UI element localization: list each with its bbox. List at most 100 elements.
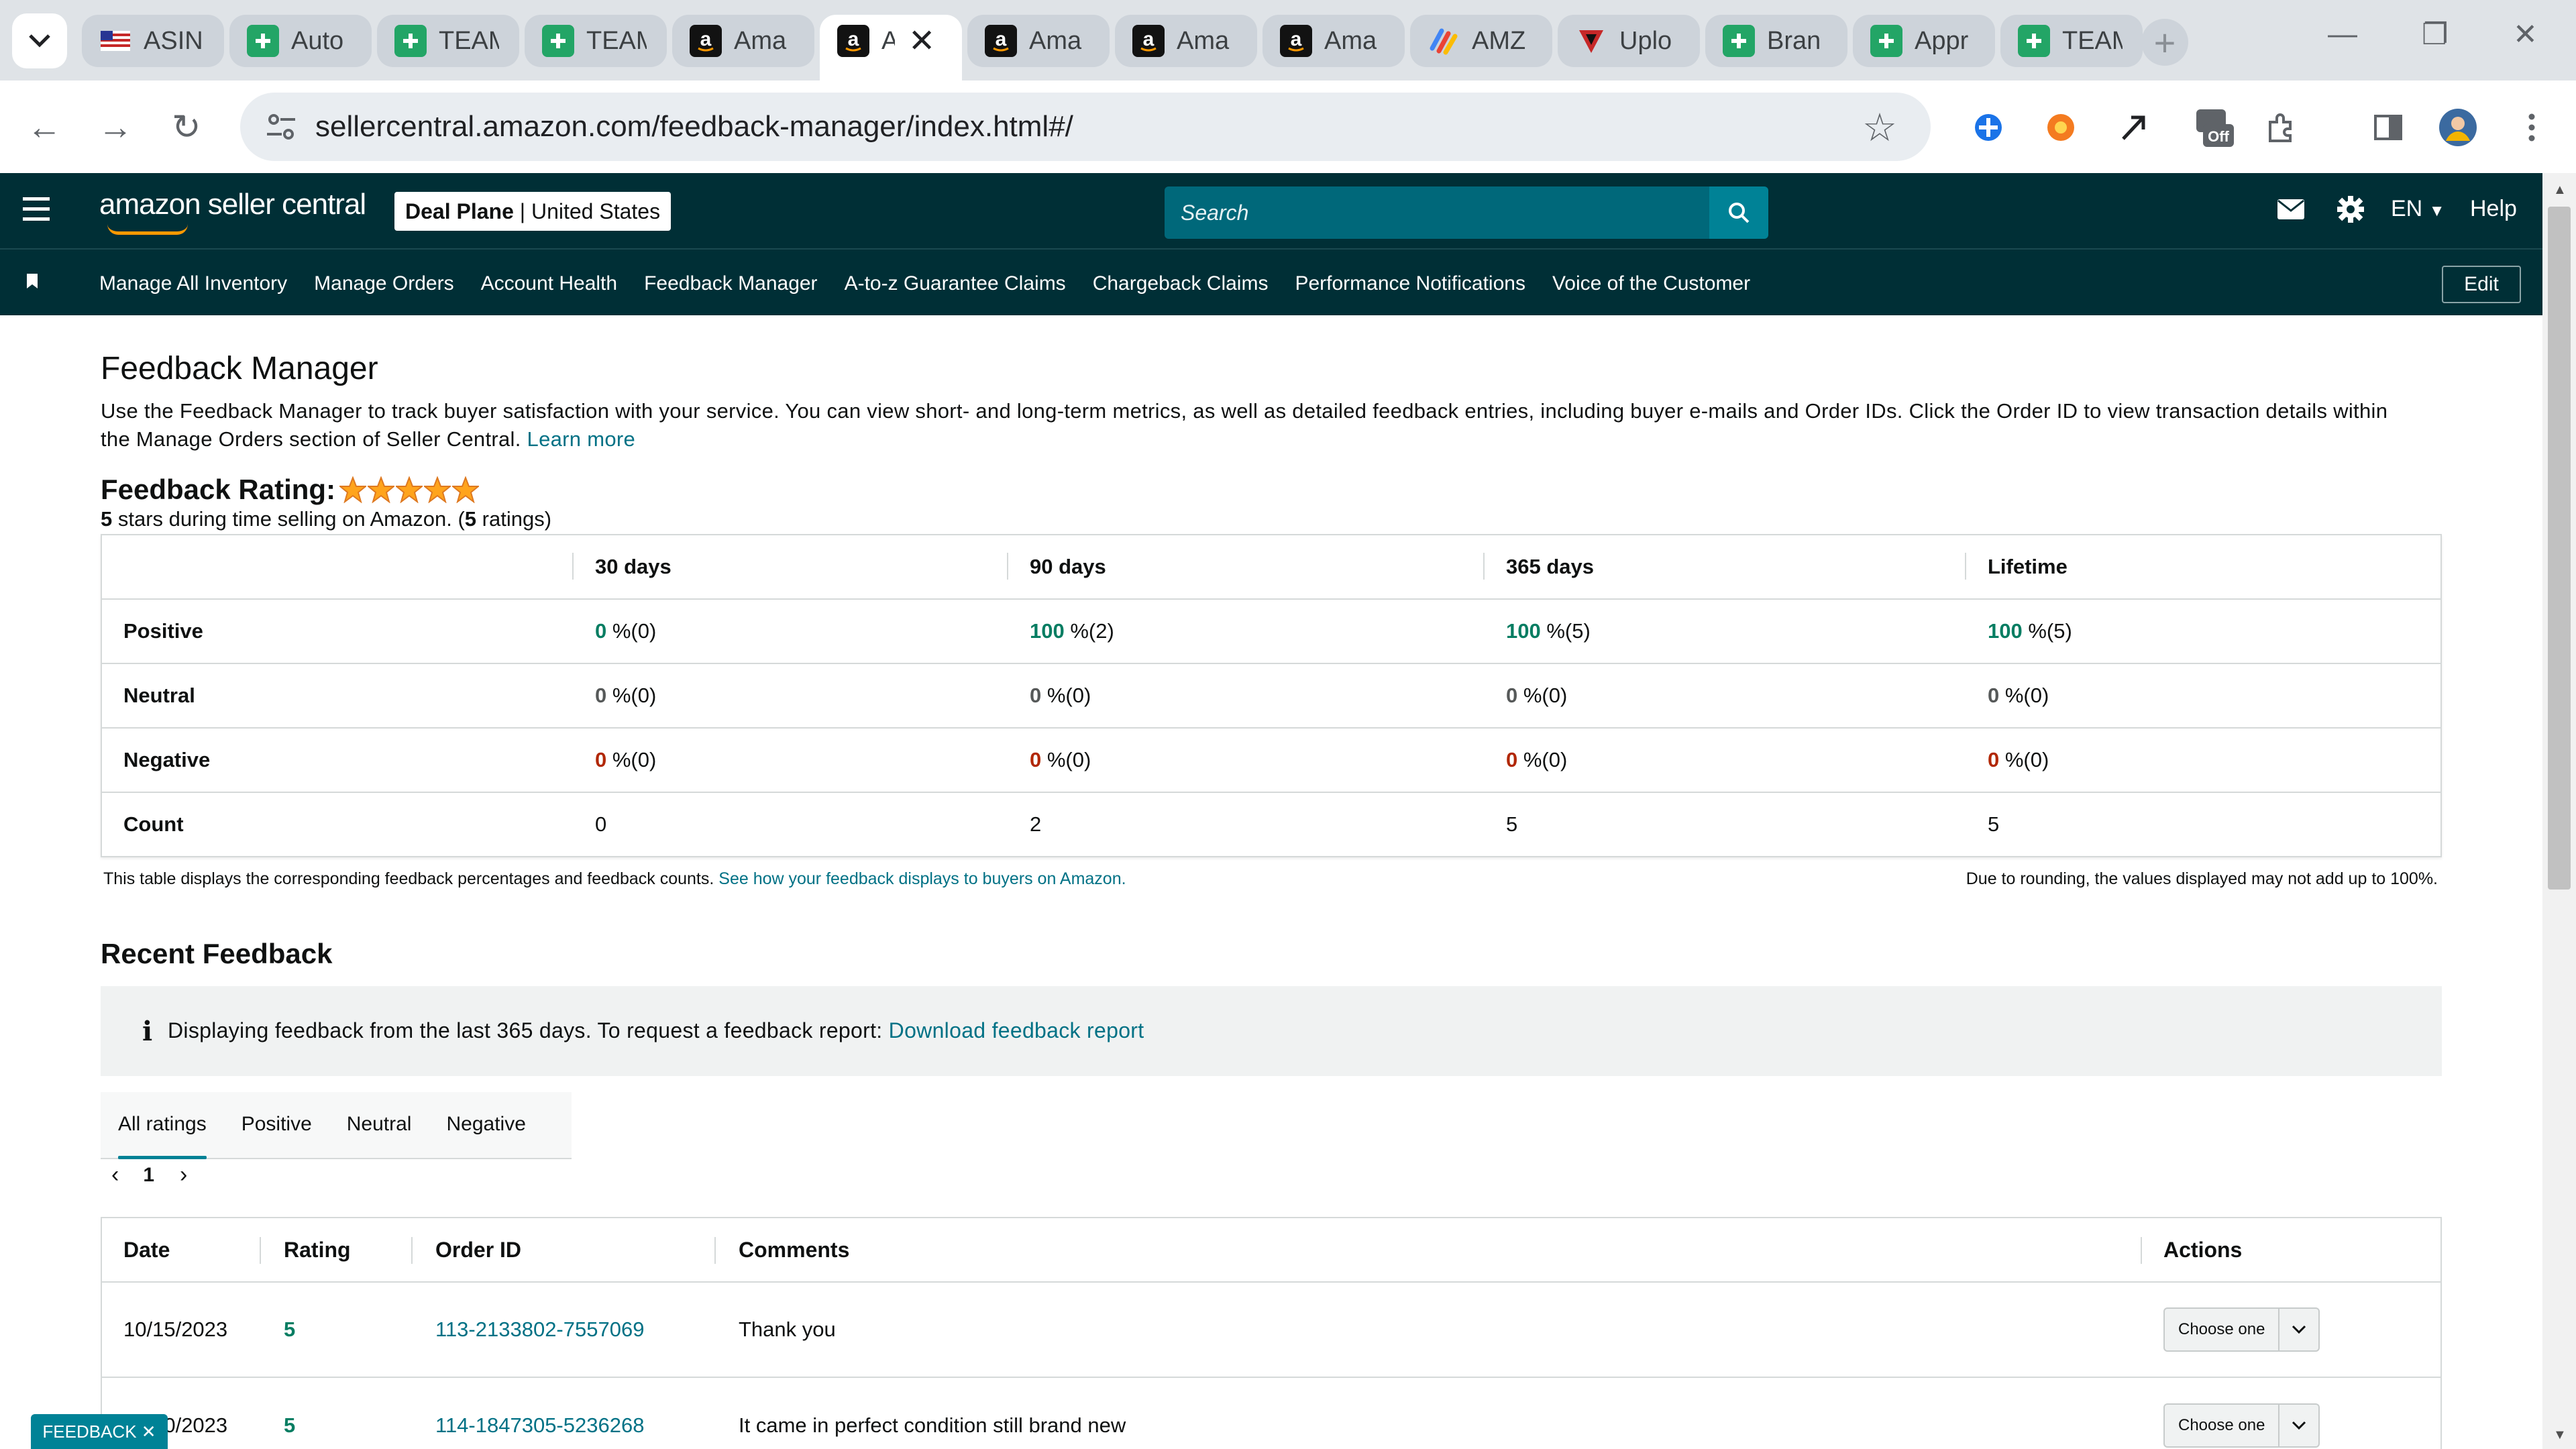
- feedback-comment: Thank you: [739, 1318, 836, 1341]
- browser-tab[interactable]: Appr: [1850, 12, 1998, 70]
- site-feedback-button[interactable]: FEEDBACK ✕: [31, 1414, 168, 1449]
- nav-link-chargeback-claims[interactable]: Chargeback Claims: [1093, 272, 1269, 295]
- learn-more-link[interactable]: Learn more: [527, 427, 636, 451]
- nav-link-performance-notifications[interactable]: Performance Notifications: [1295, 272, 1525, 295]
- address-bar[interactable]: sellercentral.amazon.com/feedback-manage…: [240, 93, 1931, 161]
- browser-tab-title: Ama: [1177, 26, 1230, 55]
- close-tab-icon[interactable]: ✕: [908, 22, 935, 60]
- browser-toolbar: ← → ↻ sellercentral.amazon.com/feedback-…: [0, 80, 2576, 173]
- sheets-plus-icon: [1870, 25, 1902, 57]
- page-scrollbar[interactable]: ▲ ▼: [2542, 173, 2576, 1449]
- order-id-link[interactable]: 113-2133802-7557069: [435, 1318, 644, 1341]
- edit-nav-button[interactable]: Edit: [2442, 266, 2521, 303]
- col-order-id: Order ID: [411, 1218, 714, 1282]
- browser-tab[interactable]: AMZ: [1407, 12, 1555, 70]
- feedback-rating: Feedback Rating:: [101, 474, 480, 506]
- forward-button[interactable]: →: [98, 107, 133, 148]
- profile-avatar[interactable]: [2438, 107, 2478, 148]
- action-dropdown[interactable]: Choose one: [2163, 1403, 2320, 1448]
- metrics-cell: 0 %(0): [572, 727, 1007, 792]
- tab-negative[interactable]: Negative: [429, 1092, 543, 1158]
- download-report-link[interactable]: Download feedback report: [889, 1018, 1144, 1042]
- nav-link-a-to-z-claims[interactable]: A-to-z Guarantee Claims: [845, 272, 1066, 295]
- reload-button[interactable]: ↻: [172, 107, 201, 148]
- browser-tab[interactable]: TEAM: [522, 12, 669, 70]
- feedback-date: 10/15/2023: [123, 1318, 228, 1341]
- restore-button[interactable]: ❐: [2422, 17, 2448, 52]
- browser-tab-title: A: [881, 26, 895, 55]
- action-dropdown[interactable]: Choose one: [2163, 1307, 2320, 1352]
- browser-tab[interactable]: a Ama: [965, 12, 1112, 70]
- current-page[interactable]: 1: [143, 1164, 154, 1187]
- browser-tab-title: Ama: [734, 26, 787, 55]
- browser-tab[interactable]: TEAM: [1998, 12, 2145, 70]
- settings-button[interactable]: [2336, 195, 2365, 230]
- nav-link-manage-all-inventory[interactable]: Manage All Inventory: [99, 272, 287, 295]
- col-actions: Actions: [2141, 1218, 2441, 1282]
- tab-search-button[interactable]: [12, 13, 67, 68]
- bookmark-star-icon[interactable]: ☆: [1862, 105, 1897, 150]
- asin-favicon: [99, 25, 131, 57]
- language-selector[interactable]: EN ▼: [2391, 196, 2445, 222]
- search-button[interactable]: [1709, 186, 1768, 239]
- scrollbar-thumb[interactable]: [2548, 207, 2571, 890]
- nav-link-feedback-manager[interactable]: Feedback Manager: [644, 272, 818, 295]
- extension-arrow-icon[interactable]: [2113, 107, 2153, 148]
- amazon-icon: a: [690, 25, 722, 57]
- scroll-down-arrow-icon[interactable]: ▼: [2553, 1428, 2567, 1443]
- browser-tab[interactable]: a Ama: [1112, 12, 1260, 70]
- help-link[interactable]: Help: [2470, 196, 2517, 222]
- tab-neutral[interactable]: Neutral: [329, 1092, 429, 1158]
- browser-tab[interactable]: a Ama: [669, 12, 817, 70]
- metrics-row-neutral: Neutral 0 %(0) 0 %(0) 0 %(0) 0 %(0): [101, 663, 2441, 728]
- browser-menu-icon[interactable]: [2512, 107, 2552, 148]
- svg-text:a: a: [1291, 28, 1302, 50]
- hamburger-menu-icon[interactable]: [23, 197, 50, 224]
- search-input[interactable]: [1165, 186, 1709, 239]
- extensions-puzzle-icon[interactable]: [2261, 107, 2301, 148]
- metrics-row-label: Positive: [101, 598, 572, 663]
- account-name: Deal Plane: [405, 199, 514, 223]
- side-panel-icon[interactable]: [2368, 107, 2408, 148]
- site-settings-icon[interactable]: [264, 110, 298, 144]
- account-switcher[interactable]: Deal Plane | United States: [394, 192, 672, 231]
- metrics-cell: 0 %(0): [1483, 727, 1965, 792]
- browser-tab[interactable]: ASIN: [79, 12, 227, 70]
- bookmark-icon[interactable]: [27, 274, 38, 288]
- feedback-comment: It came in perfect condition still brand…: [739, 1413, 1126, 1437]
- extension-blue-icon[interactable]: [1968, 107, 2008, 148]
- seller-central-logo[interactable]: amazon seller central: [99, 188, 366, 235]
- scroll-up-arrow-icon[interactable]: ▲: [2553, 182, 2567, 198]
- new-tab-button[interactable]: +: [2141, 19, 2188, 66]
- sheets-plus-icon: [542, 25, 574, 57]
- close-window-button[interactable]: ✕: [2513, 17, 2538, 52]
- tab-positive[interactable]: Positive: [224, 1092, 329, 1158]
- amazon-icon: a: [1132, 25, 1165, 57]
- messages-button[interactable]: [2277, 199, 2305, 226]
- browser-tab[interactable]: TEAM: [374, 12, 522, 70]
- browser-tab-title: AMZ: [1472, 26, 1526, 55]
- svg-text:a: a: [700, 28, 712, 50]
- browser-tab-title: TEAM: [2062, 26, 2123, 55]
- browser-tab[interactable]: a Ama: [1260, 12, 1407, 70]
- close-icon[interactable]: ✕: [142, 1421, 156, 1442]
- prev-page-icon[interactable]: ‹: [111, 1162, 119, 1188]
- next-page-icon[interactable]: ›: [180, 1162, 187, 1188]
- browser-tab[interactable]: a A ✕: [817, 12, 965, 80]
- order-id-link[interactable]: 114-1847305-5236268: [435, 1413, 644, 1437]
- nav-link-manage-orders[interactable]: Manage Orders: [314, 272, 453, 295]
- metrics-row-label: Negative: [101, 727, 572, 792]
- extension-orange-icon[interactable]: [2041, 107, 2081, 148]
- nav-link-account-health[interactable]: Account Health: [481, 272, 617, 295]
- buyer-display-link[interactable]: See how your feedback displays to buyers…: [718, 869, 1126, 888]
- browser-tab[interactable]: Auto: [227, 12, 374, 70]
- tab-all-ratings[interactable]: All ratings: [101, 1092, 224, 1159]
- nav-link-voice-of-customer[interactable]: Voice of the Customer: [1552, 272, 1750, 295]
- star-icon: [396, 476, 423, 503]
- browser-tab[interactable]: Bran: [1703, 12, 1850, 70]
- metrics-cell: 100 %(5): [1483, 598, 1965, 663]
- back-button[interactable]: ←: [27, 107, 62, 148]
- minimize-button[interactable]: —: [2328, 17, 2357, 51]
- browser-tab[interactable]: Uplo: [1555, 12, 1703, 70]
- extension-off-icon[interactable]: Off: [2190, 107, 2237, 148]
